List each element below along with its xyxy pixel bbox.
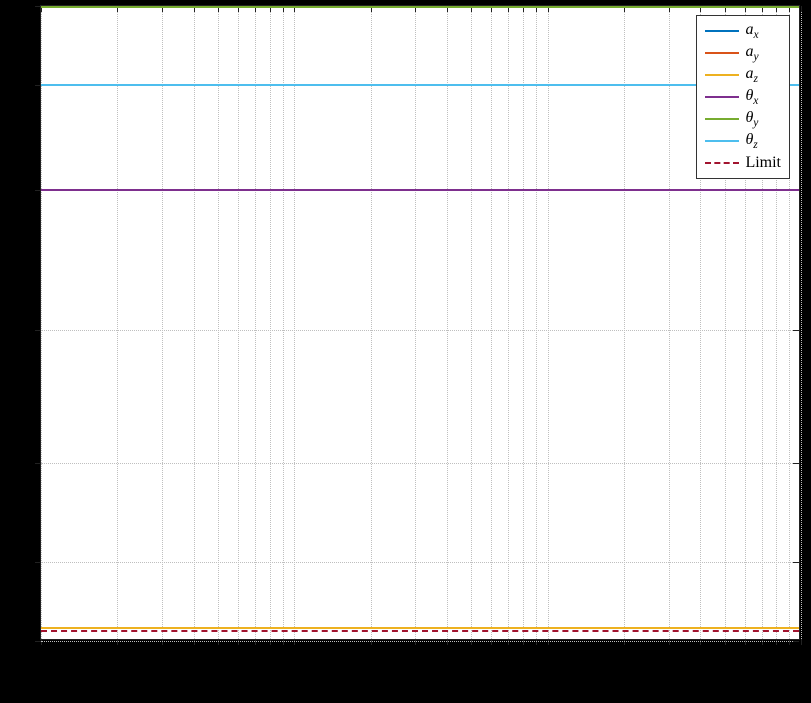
tick-bottom	[471, 639, 472, 645]
legend-swatch	[705, 52, 739, 54]
legend-swatch	[705, 140, 739, 142]
legend-row-a_y: ay	[705, 42, 781, 64]
tick-bottom	[508, 639, 509, 645]
gridline-v	[508, 6, 509, 639]
tick-left	[35, 562, 41, 563]
gridline-v	[238, 6, 239, 639]
gridline-v	[218, 6, 219, 639]
series-theta_z	[41, 84, 799, 86]
gridline-v	[41, 6, 42, 639]
tick-bottom	[283, 639, 284, 645]
plot-area	[40, 5, 800, 640]
gridline-v	[523, 6, 524, 639]
tick-bottom	[745, 639, 746, 645]
tick-bottom	[669, 639, 670, 645]
chart: axayazθxθyθz Limit	[40, 5, 800, 640]
legend-row-theta_z: θz	[705, 130, 781, 152]
tick-bottom	[548, 639, 549, 645]
legend-row-Limit: Limit	[705, 152, 781, 174]
tick-bottom	[117, 639, 118, 645]
gridline-v	[294, 6, 295, 639]
tick-bottom	[801, 639, 802, 645]
tick-bottom	[218, 639, 219, 645]
gridline-v	[447, 6, 448, 639]
legend-swatch	[705, 74, 739, 76]
legend-label: az	[745, 65, 757, 85]
legend-row-a_z: az	[705, 64, 781, 86]
gridline-v	[415, 6, 416, 639]
gridline-v	[371, 6, 372, 639]
tick-left	[35, 330, 41, 331]
gridline-v	[471, 6, 472, 639]
legend-label: ay	[745, 43, 758, 63]
tick-right	[793, 562, 799, 563]
tick-bottom	[238, 639, 239, 645]
tick-bottom	[776, 639, 777, 645]
legend: axayazθxθyθz Limit	[696, 15, 790, 179]
tick-bottom	[371, 639, 372, 645]
gridline-v	[669, 6, 670, 639]
legend-row-theta_y: θy	[705, 108, 781, 130]
series-theta_x	[41, 189, 799, 191]
tick-bottom	[194, 639, 195, 645]
legend-swatch	[705, 162, 739, 164]
tick-right	[793, 463, 799, 464]
series-Limit	[41, 630, 799, 632]
legend-label: ax	[745, 21, 758, 41]
gridline-v	[270, 6, 271, 639]
tick-top	[801, 6, 802, 12]
tick-left	[35, 463, 41, 464]
tick-bottom	[294, 639, 295, 645]
legend-swatch	[705, 30, 739, 32]
gridline-v	[548, 6, 549, 639]
gridline-v	[162, 6, 163, 639]
gridline-v	[117, 6, 118, 639]
tick-bottom	[415, 639, 416, 645]
series-a_z	[41, 627, 799, 629]
gridline-h	[41, 641, 799, 642]
tick-bottom	[162, 639, 163, 645]
tick-bottom	[536, 639, 537, 645]
gridline-v	[624, 6, 625, 639]
tick-bottom	[255, 639, 256, 645]
gridline-v	[283, 6, 284, 639]
gridline-h	[41, 463, 799, 464]
legend-label: Limit	[745, 154, 781, 172]
tick-bottom	[624, 639, 625, 645]
tick-bottom	[270, 639, 271, 645]
tick-bottom	[700, 639, 701, 645]
legend-row-a_x: ax	[705, 20, 781, 42]
gridline-h	[41, 562, 799, 563]
tick-right	[793, 641, 799, 642]
tick-bottom	[523, 639, 524, 645]
gridline-h	[41, 330, 799, 331]
gridline-v	[536, 6, 537, 639]
tick-bottom	[491, 639, 492, 645]
legend-swatch	[705, 96, 739, 98]
tick-bottom	[447, 639, 448, 645]
legend-label: θy	[745, 109, 758, 129]
tick-bottom	[789, 639, 790, 645]
tick-bottom	[725, 639, 726, 645]
legend-swatch	[705, 118, 739, 120]
tick-right	[793, 330, 799, 331]
tick-left	[35, 641, 41, 642]
gridline-v	[491, 6, 492, 639]
gridline-v	[194, 6, 195, 639]
legend-label: θx	[745, 87, 758, 107]
series-theta_y	[41, 6, 799, 8]
legend-row-theta_x: θx	[705, 86, 781, 108]
tick-bottom	[41, 639, 42, 645]
gridline-v	[801, 6, 802, 639]
legend-label: θz	[745, 131, 757, 151]
gridline-v	[255, 6, 256, 639]
tick-bottom	[762, 639, 763, 645]
